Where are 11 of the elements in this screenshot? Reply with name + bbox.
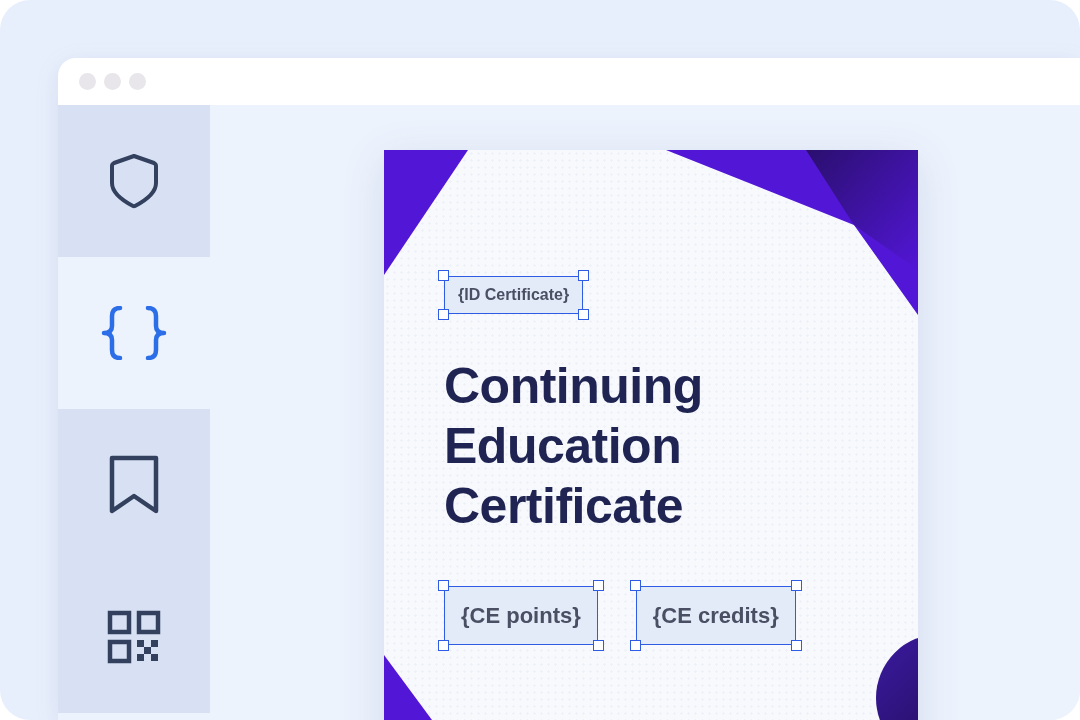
shield-icon xyxy=(109,153,159,209)
sidebar-item[interactable] xyxy=(58,561,210,713)
certificate-title: Continuing Education Certificate xyxy=(444,357,704,536)
qr-code-icon xyxy=(107,610,161,664)
window-dot xyxy=(104,73,121,90)
window-dot xyxy=(129,73,146,90)
sidebar-item[interactable] xyxy=(58,409,210,561)
braces-icon xyxy=(101,306,167,360)
sidebar-item[interactable] xyxy=(58,105,210,257)
bookmark-icon xyxy=(108,455,160,515)
window-dot xyxy=(79,73,96,90)
